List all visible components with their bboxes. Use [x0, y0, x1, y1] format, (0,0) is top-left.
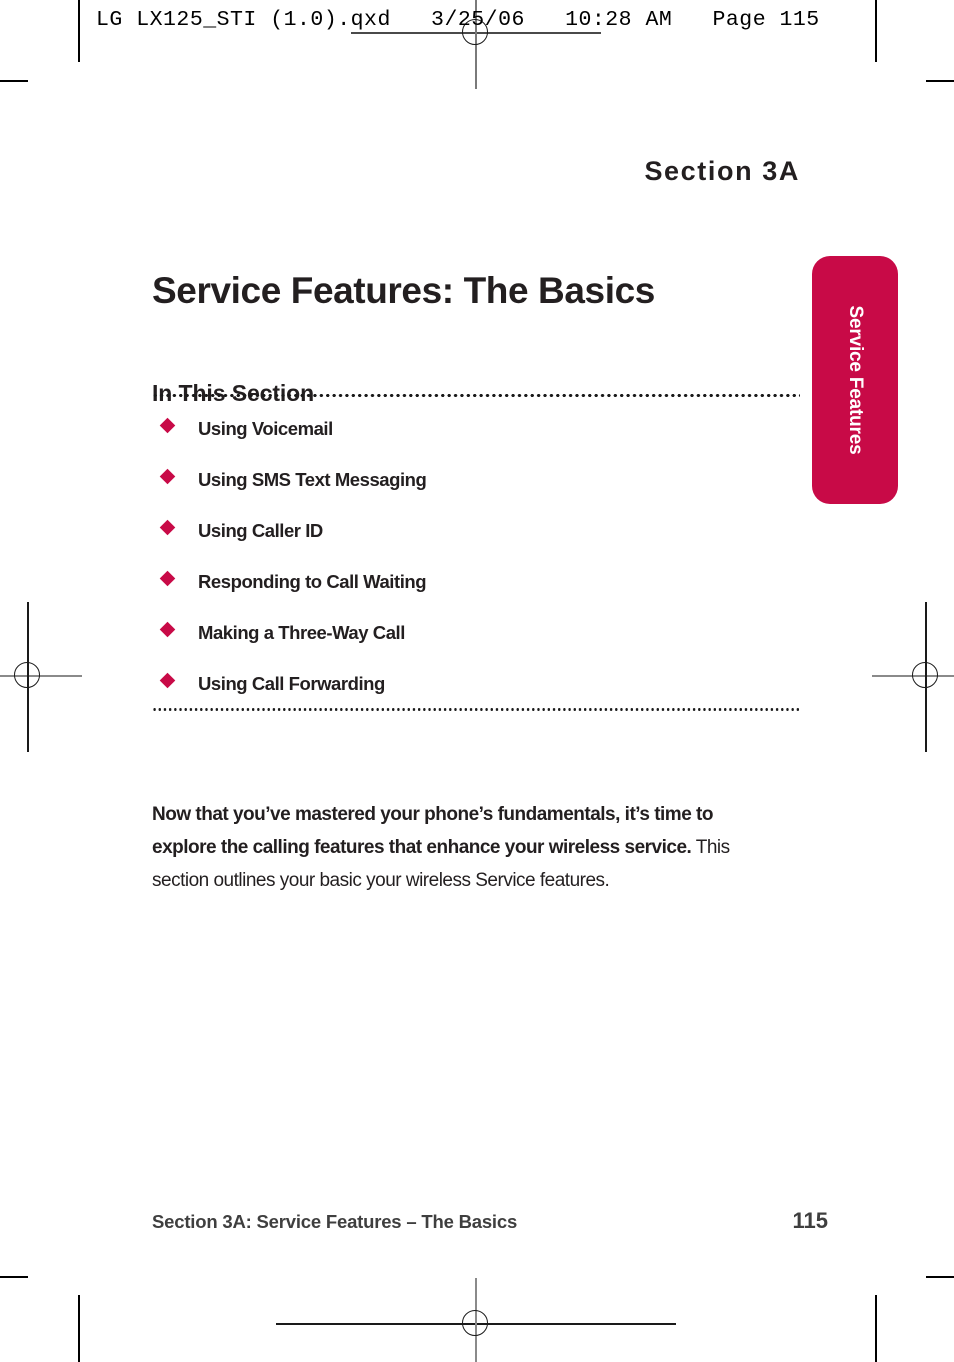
registration-mark-circle — [462, 1310, 488, 1336]
list-item: Using Caller ID — [152, 518, 800, 569]
print-slug: LG LX125_STI (1.0).qxd 3/25/06 10:28 AM … — [96, 8, 820, 32]
crop-mark-bottom-right — [926, 1276, 954, 1278]
in-this-section-list: Using Voicemail Using SMS Text Messaging… — [152, 416, 800, 722]
trim-line-left-top — [78, 0, 80, 62]
trim-line-right-bottom — [875, 1295, 877, 1362]
diamond-bullet-icon — [159, 672, 176, 689]
list-item: Responding to Call Waiting — [152, 569, 800, 620]
diamond-bullet-icon — [159, 519, 176, 536]
list-item: Using SMS Text Messaging — [152, 467, 800, 518]
list-item-label: Using Caller ID — [198, 520, 323, 541]
list-item-label: Making a Three-Way Call — [198, 622, 405, 643]
footer-page-number: 115 — [792, 1208, 829, 1233]
trim-line-left-bottom — [78, 1295, 80, 1362]
page-title: Service Features: The Basics — [152, 269, 655, 311]
trim-line-right-top — [875, 0, 877, 62]
list-item: Making a Three-Way Call — [152, 620, 800, 671]
list-item-label: Using SMS Text Messaging — [198, 469, 427, 490]
section-label: Section 3A — [644, 156, 800, 186]
registration-mark-left — [0, 602, 82, 752]
list-item-label: Using Voicemail — [198, 418, 333, 439]
list-item: Using Voicemail — [152, 416, 800, 467]
diamond-bullet-icon — [159, 621, 176, 638]
crop-mark-top-right — [926, 80, 954, 82]
dotted-rule-bottom — [152, 708, 800, 711]
intro-paragraph: Now that you’ve mastered your phone’s fu… — [152, 798, 752, 897]
registration-mark-bottom — [276, 1278, 676, 1362]
dotted-rule-top — [152, 394, 800, 397]
diamond-bullet-icon — [159, 570, 176, 587]
section-side-tab-label: Service Features — [845, 305, 866, 455]
registration-mark-circle — [14, 662, 40, 688]
diamond-bullet-icon — [159, 417, 176, 434]
crop-mark-top-left — [0, 80, 28, 82]
registration-mark-circle — [912, 662, 938, 688]
document-page: LG LX125_STI (1.0).qxd 3/25/06 10:28 AM … — [0, 0, 954, 1362]
list-item-label: Responding to Call Waiting — [198, 571, 427, 592]
crop-mark-bottom-left — [0, 1276, 28, 1278]
registration-mark-right — [872, 602, 954, 752]
intro-lead-text: Now that you’ve mastered your phone’s fu… — [152, 804, 713, 858]
list-item: Using Call Forwarding — [152, 671, 800, 722]
section-side-tab: Service Features — [812, 256, 898, 504]
diamond-bullet-icon — [159, 468, 176, 485]
registration-mark-horizontal-line — [0, 675, 82, 677]
list-item-label: Using Call Forwarding — [198, 673, 385, 694]
